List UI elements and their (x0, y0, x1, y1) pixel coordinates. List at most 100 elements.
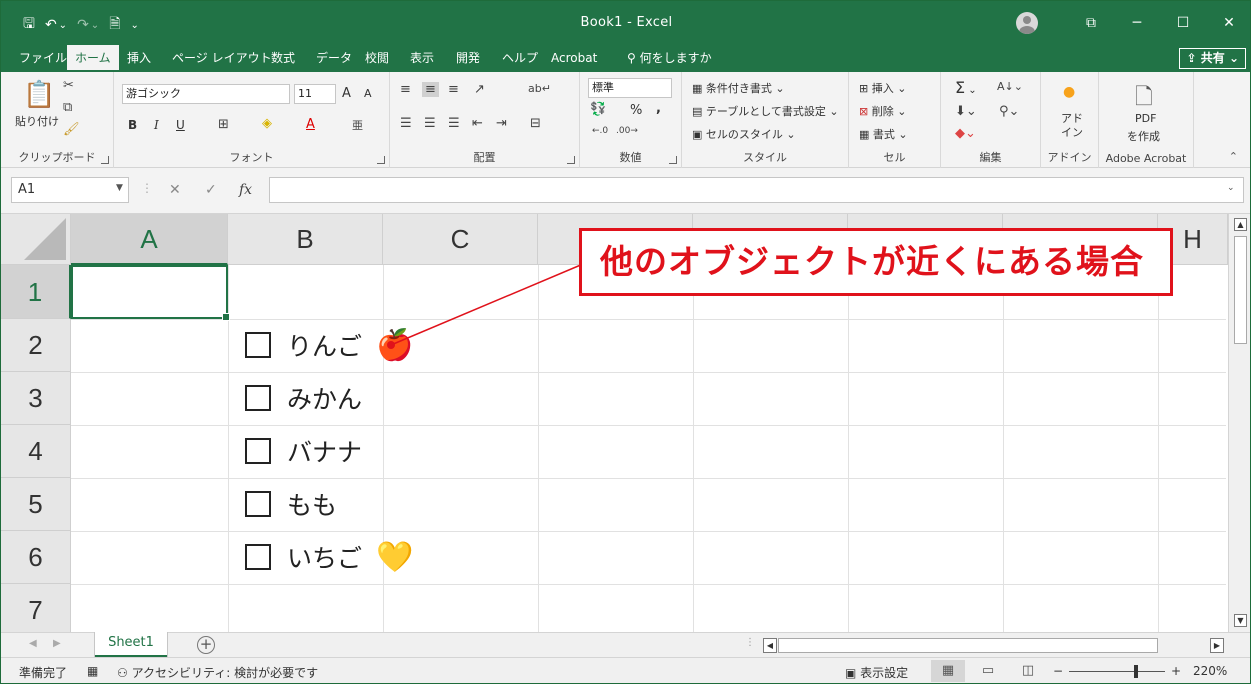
cancel-entry-icon[interactable]: ✕ (169, 182, 181, 198)
bold-button[interactable]: B (128, 118, 137, 132)
font-color-button[interactable]: A (306, 117, 315, 132)
fill-color-icon[interactable]: ◈ (262, 116, 272, 131)
format-painter-icon[interactable]: 🖌 (63, 122, 80, 137)
tell-me-search[interactable]: ⚲ 何をしますか (619, 45, 720, 72)
addins-icon[interactable]: ● (1063, 84, 1075, 100)
comma-style-button[interactable]: , (656, 101, 661, 116)
orientation-icon[interactable]: ↗ (474, 82, 485, 97)
increase-indent-icon[interactable]: ⇥ (496, 116, 507, 131)
copy-icon[interactable]: ⧉ (63, 100, 72, 115)
formula-input[interactable] (269, 177, 1244, 203)
font-launcher-icon[interactable] (377, 156, 385, 164)
zoom-slider[interactable] (1069, 671, 1165, 672)
align-center-icon[interactable]: ☰ (424, 116, 436, 131)
worksheet-grid[interactable]: A B C D E F G H 1 2 3 4 5 6 7 りんご 🍎 (1, 214, 1250, 632)
zoom-in-button[interactable]: + (1171, 664, 1181, 678)
scroll-down-icon[interactable]: ▼ (1234, 614, 1247, 627)
collapse-ribbon-icon[interactable]: ⌃ (1229, 150, 1238, 163)
insert-cells-button[interactable]: ⊞ 挿入 ⌄ (859, 80, 906, 96)
decrease-indent-icon[interactable]: ⇤ (472, 116, 483, 131)
tab-developer[interactable]: 開発 (448, 45, 488, 72)
align-top-icon[interactable]: ≡ (400, 82, 411, 97)
fill-icon[interactable]: ⬇⌄ (955, 104, 977, 119)
tab-acrobat[interactable]: Acrobat (543, 45, 605, 72)
paste-label[interactable]: 貼り付け (15, 113, 59, 129)
print-preview-icon[interactable]: 🗎 (109, 13, 120, 37)
scroll-up-icon[interactable]: ▲ (1234, 218, 1247, 231)
addins-button-label[interactable]: アド イン (1061, 112, 1083, 140)
clipboard-launcher-icon[interactable] (101, 156, 109, 164)
zoom-out-button[interactable]: − (1053, 664, 1063, 678)
name-box-dropdown-icon[interactable]: ▼ (116, 183, 123, 193)
horizontal-scroll-thumb[interactable] (778, 638, 1158, 653)
shrink-font-button[interactable]: A (364, 87, 372, 100)
zoom-slider-thumb[interactable] (1134, 665, 1138, 678)
expand-formula-bar-icon[interactable]: ⌄ (1227, 183, 1235, 193)
redo-dropdown-icon[interactable]: ⌄ (91, 20, 99, 31)
normal-view-icon[interactable]: ▦ (931, 660, 965, 682)
undo-icon[interactable]: ↶ (45, 17, 57, 33)
font-name-select[interactable]: 游ゴシック (122, 84, 290, 104)
align-right-icon[interactable]: ☰ (448, 116, 460, 131)
add-sheet-button[interactable]: + (197, 636, 215, 654)
ribbon-display-options-icon[interactable]: ⧉ (1068, 1, 1114, 45)
italic-button[interactable]: I (154, 118, 159, 132)
borders-icon[interactable]: ⊞ (218, 117, 229, 132)
display-settings-button[interactable]: ▣ 表示設定 (845, 664, 908, 681)
autosum-button[interactable]: Σ ⌄ (955, 78, 977, 97)
vertical-scrollbar[interactable]: ▲ ▼ (1228, 214, 1250, 632)
format-cells-button[interactable]: ▦ 書式 ⌄ (859, 126, 908, 142)
close-button[interactable]: ✕ (1206, 1, 1250, 45)
grow-font-button[interactable]: A (342, 86, 351, 101)
tab-insert[interactable]: 挿入 (119, 45, 159, 72)
align-middle-icon[interactable]: ≡ (422, 82, 439, 97)
create-pdf-label-2[interactable]: を作成 (1127, 128, 1160, 144)
save-icon[interactable]: 🖫 (23, 13, 35, 37)
tab-review[interactable]: 校閲 (357, 45, 397, 72)
tab-file[interactable]: ファイル (11, 45, 75, 72)
tab-split-handle-icon[interactable]: ⋮ (745, 637, 755, 648)
tab-view[interactable]: 表示 (402, 45, 442, 72)
create-pdf-label-1[interactable]: PDF (1135, 112, 1156, 125)
sort-filter-icon[interactable]: A↓⌄ (997, 80, 1023, 93)
cut-icon[interactable]: ✂ (63, 78, 74, 93)
conditional-formatting-button[interactable]: ▦ 条件付き書式 ⌄ (692, 80, 785, 96)
scroll-right-icon[interactable]: ▶ (1210, 638, 1224, 653)
tab-home[interactable]: ホーム (67, 45, 119, 72)
font-size-select[interactable]: 11 (294, 84, 336, 104)
tab-data[interactable]: データ (308, 45, 360, 72)
page-layout-view-icon[interactable]: ▭ (971, 660, 1005, 682)
align-bottom-icon[interactable]: ≡ (448, 82, 459, 97)
page-break-view-icon[interactable]: ◫ (1011, 660, 1045, 682)
prev-sheet-icon[interactable]: ◀ (29, 638, 37, 649)
scroll-left-icon[interactable]: ◀ (763, 638, 777, 653)
name-box[interactable]: A1 (11, 177, 129, 203)
number-format-select[interactable]: 標準 (588, 78, 672, 98)
merge-center-icon[interactable]: ⊟ (530, 116, 541, 131)
insert-function-icon[interactable]: fx (239, 182, 252, 198)
format-as-table-button[interactable]: ▤ テーブルとして書式設定 ⌄ (692, 103, 839, 119)
percent-style-button[interactable]: % (630, 103, 642, 118)
accessibility-status[interactable]: ⚇ アクセシビリティ: 検討が必要です (117, 664, 318, 681)
customize-qat-icon[interactable]: ⌄ (130, 20, 138, 31)
tab-formulas[interactable]: 数式 (263, 45, 303, 72)
delete-cells-button[interactable]: ⊠ 削除 ⌄ (859, 103, 906, 119)
paste-icon[interactable]: 📋 (23, 80, 55, 110)
zoom-level[interactable]: 220% (1193, 664, 1227, 678)
minimize-button[interactable]: ─ (1114, 1, 1160, 45)
underline-button[interactable]: U (176, 118, 185, 132)
clear-icon[interactable]: ◆⌄ (955, 126, 976, 141)
phonetic-guide-icon[interactable]: 亜 (352, 117, 363, 133)
formula-bar-handle-icon[interactable]: ⋮ (141, 181, 153, 195)
redo-icon[interactable]: ↷ (77, 17, 89, 33)
tab-help[interactable]: ヘルプ (494, 45, 546, 72)
increase-decimal-icon[interactable]: ←.0 (592, 126, 608, 136)
alignment-launcher-icon[interactable] (567, 156, 575, 164)
enter-entry-icon[interactable]: ✓ (205, 182, 217, 198)
sheet-tab-sheet1[interactable]: Sheet1 (95, 632, 167, 658)
align-left-icon[interactable]: ☰ (400, 116, 412, 131)
wrap-text-icon[interactable]: ab↵ (528, 82, 551, 95)
number-launcher-icon[interactable] (669, 156, 677, 164)
share-button[interactable]: ⇪ 共有 ⌄ (1179, 48, 1246, 69)
account-avatar[interactable] (1016, 12, 1038, 34)
